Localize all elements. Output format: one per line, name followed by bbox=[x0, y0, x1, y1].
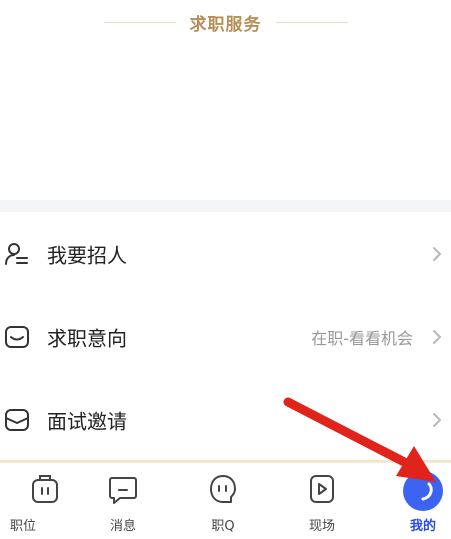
message-icon bbox=[109, 477, 137, 504]
interview-icon bbox=[5, 408, 29, 431]
qa-icon bbox=[210, 475, 236, 503]
tab-label-jobs: 职位 bbox=[9, 519, 36, 534]
menu-label-interview: 面试邀请 bbox=[47, 409, 127, 433]
menu-label-job-intent: 求职意向 bbox=[47, 326, 127, 350]
user-recruit-icon bbox=[5, 242, 28, 265]
tab-live[interactable]: 现场 bbox=[277, 463, 367, 539]
chevron-right-icon bbox=[433, 329, 442, 344]
job-intent-icon bbox=[5, 325, 29, 348]
menu-item-recruit[interactable]: 我要招人 bbox=[0, 212, 451, 295]
bottom-tab-bar: 职位 消息 职Q 现场 我的 bbox=[0, 462, 451, 539]
title-divider-left bbox=[103, 21, 176, 23]
tab-messages[interactable]: 消息 bbox=[78, 463, 168, 539]
menu-item-interview[interactable]: 面试邀请 bbox=[0, 378, 451, 461]
menu-item-job-intent[interactable]: 求职意向 在职-看看机会 bbox=[0, 295, 451, 378]
menu-label-recruit: 我要招人 bbox=[47, 243, 127, 267]
tab-jobs[interactable]: 职位 bbox=[0, 463, 90, 539]
video-icon bbox=[310, 475, 334, 503]
profile-icon bbox=[403, 471, 443, 511]
briefcase-icon bbox=[32, 475, 58, 503]
tab-label-live: 现场 bbox=[308, 519, 335, 534]
chevron-right-icon bbox=[433, 412, 442, 427]
tab-profile[interactable]: 我的 bbox=[378, 463, 451, 539]
tab-label-profile: 我的 bbox=[409, 519, 436, 534]
section-header: 求职服务 bbox=[0, 10, 451, 35]
tab-label-qa: 职Q bbox=[211, 519, 235, 534]
menu-list: 我要招人 求职意向 在职-看看机会 面试邀请 bbox=[0, 212, 451, 461]
section-title: 求职服务 bbox=[189, 14, 262, 35]
tab-label-messages: 消息 bbox=[109, 519, 136, 534]
chevron-right-icon bbox=[433, 246, 442, 261]
tab-qa[interactable]: 职Q bbox=[178, 463, 268, 539]
section-gap bbox=[0, 200, 451, 212]
title-divider-right bbox=[275, 21, 348, 23]
menu-value-job-intent: 在职-看看机会 bbox=[311, 328, 413, 348]
job-services-card: 求职服务 bbox=[0, 0, 451, 200]
